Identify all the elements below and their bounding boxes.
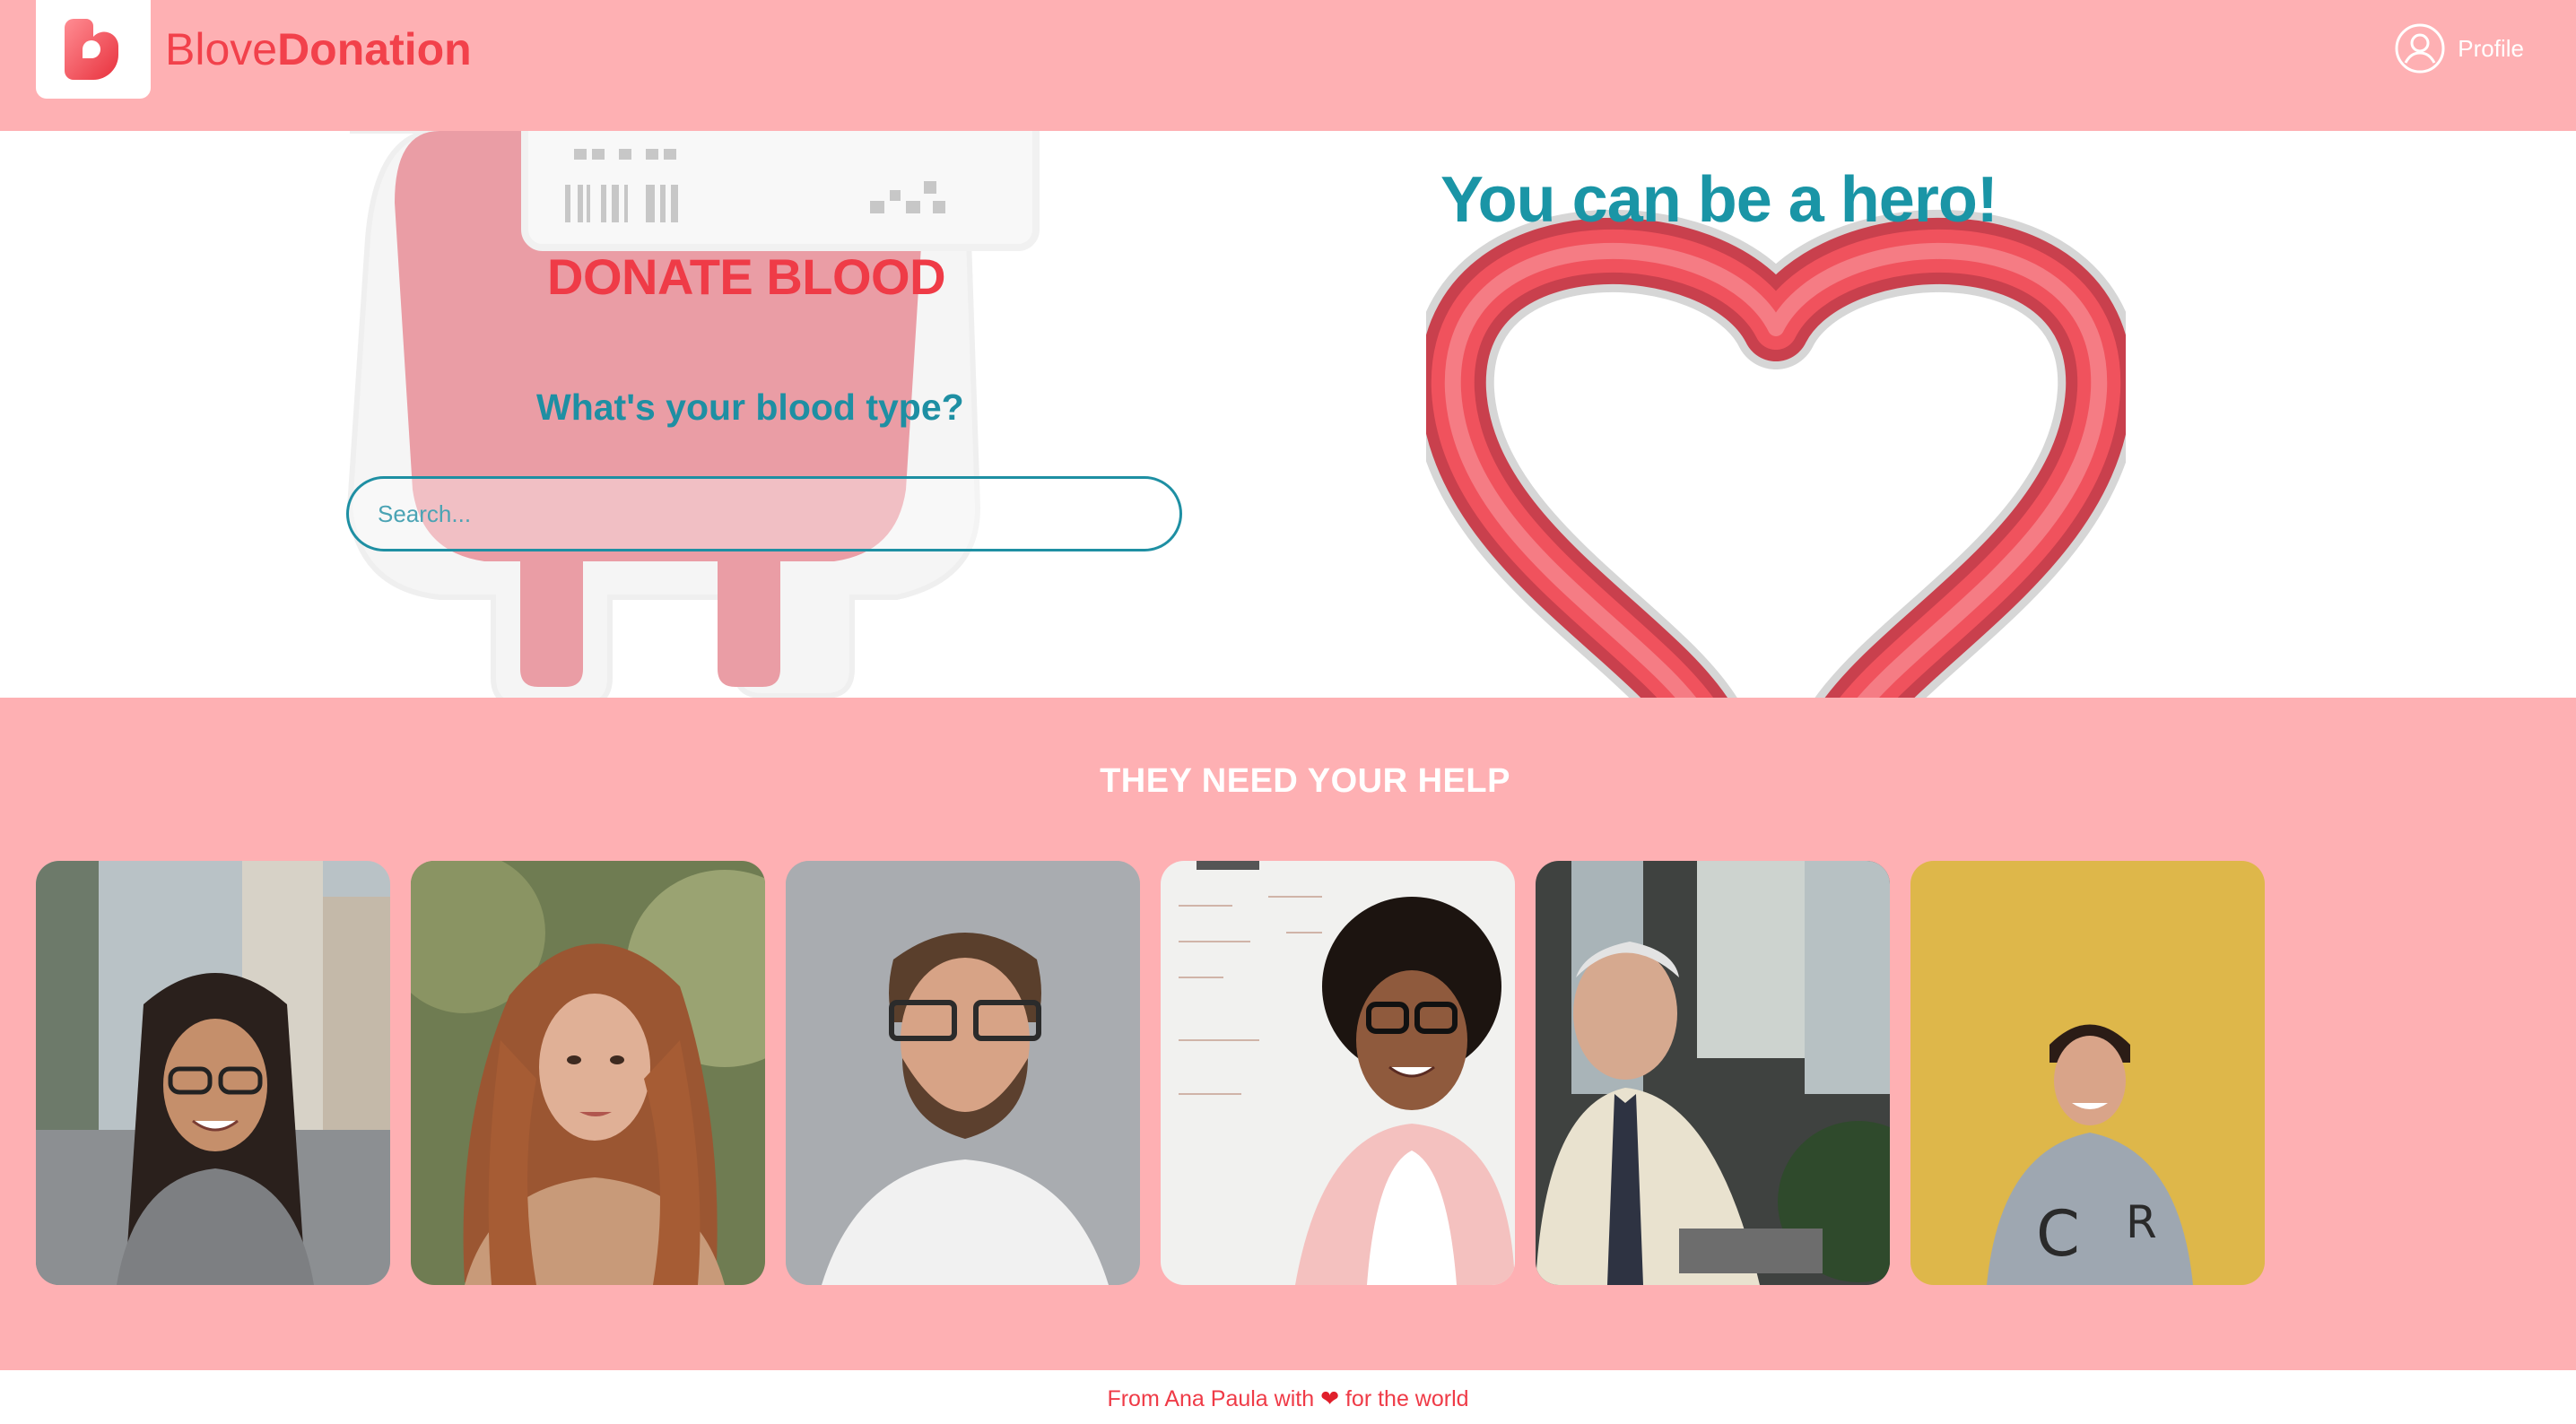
person-card-4[interactable] xyxy=(1161,861,1515,1285)
blood-type-question: What's your blood type? xyxy=(536,386,964,428)
person-3-photo xyxy=(786,861,1140,1285)
svg-text:R: R xyxy=(2126,1196,2157,1248)
footer: From Ana Paula with ❤ for the world xyxy=(0,1370,2576,1424)
brand-name[interactable]: BloveDonation xyxy=(165,20,472,79)
profile-label: Profile xyxy=(2458,34,2524,62)
people-cards: C R xyxy=(36,861,2265,1285)
brand-name-bold: Donation xyxy=(277,24,472,74)
heart-illustration xyxy=(1426,209,2126,698)
person-card-5[interactable] xyxy=(1536,861,1890,1285)
help-section: THEY NEED YOUR HELP C R xyxy=(0,698,2576,1370)
donate-blood-title: DONATE BLOOD xyxy=(547,248,946,305)
logo-link[interactable] xyxy=(36,0,151,99)
brand-name-light: Blove xyxy=(165,24,278,74)
hero-section: DONATE BLOOD What's your blood type? You… xyxy=(0,131,2576,698)
person-card-3[interactable] xyxy=(786,861,1140,1285)
person-card-1[interactable] xyxy=(36,861,390,1285)
help-title: THEY NEED YOUR HELP xyxy=(1100,762,1510,800)
profile-link[interactable]: Profile xyxy=(2395,23,2524,74)
person-1-photo xyxy=(36,861,390,1285)
footer-prefix: From Ana Paula with xyxy=(1107,1386,1315,1411)
person-5-photo xyxy=(1536,861,1890,1285)
user-circle-icon xyxy=(2395,23,2445,74)
person-card-6[interactable]: C R xyxy=(1910,861,2265,1285)
person-card-2[interactable] xyxy=(411,861,765,1285)
heart-logo-icon xyxy=(65,19,118,80)
person-6-photo: C R xyxy=(1910,861,2265,1285)
footer-suffix: for the world xyxy=(1345,1386,1469,1411)
heart-icon: ❤ xyxy=(1320,1386,1340,1411)
top-navbar: BloveDonation Profile xyxy=(0,0,2576,131)
blood-type-search-input[interactable] xyxy=(346,476,1182,551)
svg-text:C: C xyxy=(2036,1197,2080,1271)
hero-title: You can be a hero! xyxy=(1440,164,1998,236)
person-2-photo xyxy=(411,861,765,1285)
person-4-photo xyxy=(1161,861,1515,1285)
